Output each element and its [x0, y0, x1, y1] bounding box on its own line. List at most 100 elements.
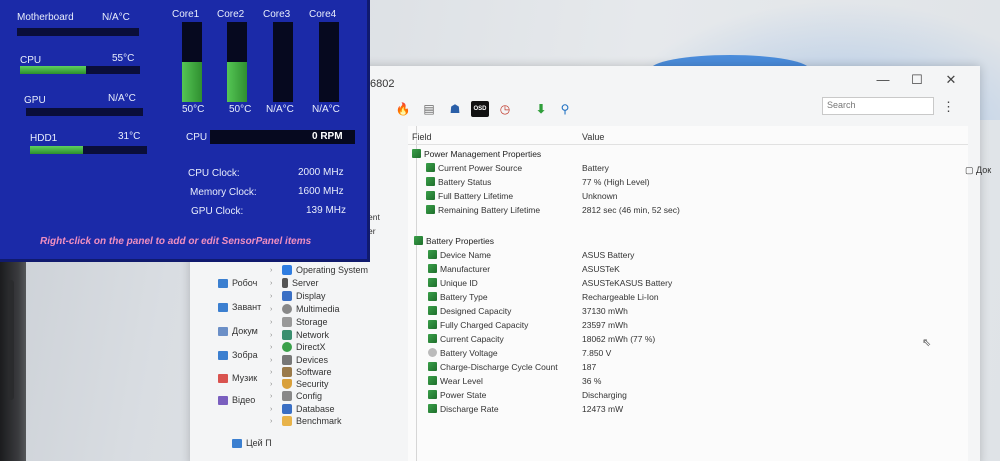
tree-item-network[interactable]: › Network — [270, 330, 329, 340]
video-icon — [218, 395, 228, 405]
table-row[interactable]: Fully Charged Capacity — [428, 320, 528, 330]
clock-value-gpu: 139 MHz — [306, 205, 347, 216]
power-icon — [426, 205, 435, 214]
explorer-item-music[interactable]: Музик — [218, 373, 257, 383]
tree-item-benchmark[interactable]: › Benchmark — [270, 416, 342, 426]
document-icon — [218, 326, 228, 336]
osd-icon[interactable]: OSD — [471, 101, 489, 117]
table-row[interactable]: Battery Status — [426, 177, 491, 187]
sensor-value-gpu: N/A°C — [108, 93, 136, 104]
flame-icon[interactable]: 🔥 — [395, 101, 411, 117]
tree-item-devices[interactable]: › Devices — [270, 355, 328, 365]
explorer-item-documents[interactable]: Докум — [218, 326, 258, 336]
download-icon — [218, 302, 228, 312]
battery-icon — [428, 320, 437, 329]
battery-icon — [414, 236, 423, 245]
table-row[interactable]: Full Battery Lifetime — [426, 191, 513, 201]
core-label-1: Core1 — [172, 9, 200, 20]
printer-icon[interactable]: ▤ — [421, 101, 437, 117]
clock-icon[interactable]: ◷ — [497, 101, 513, 117]
tree-item-server[interactable]: › Server — [270, 278, 319, 288]
minimize-button[interactable]: — — [868, 70, 898, 90]
user-icon[interactable]: ☗ — [447, 101, 463, 117]
explorer-item-pictures[interactable]: Зобра — [218, 350, 258, 360]
directx-icon — [282, 342, 292, 352]
core-bar-1 — [182, 22, 202, 102]
more-options-icon[interactable]: ⋮ — [942, 99, 955, 115]
core-bar-3 — [273, 22, 293, 102]
core-value-1: 50°C — [182, 104, 205, 115]
clock-label-cpu: CPU Clock: — [188, 168, 240, 179]
table-row[interactable]: Current Capacity — [428, 334, 504, 344]
music-icon — [218, 373, 228, 383]
table-row[interactable]: Charge-Discharge Cycle Count — [428, 362, 558, 372]
chevron-right-icon: › — [270, 417, 273, 425]
table-cell-value: 7.850 V — [582, 348, 612, 358]
core-bar-4 — [319, 22, 339, 102]
tree-item-database[interactable]: › Database — [270, 404, 335, 414]
chevron-right-icon: › — [270, 392, 273, 400]
sensor-label-hdd1: HDD1 — [30, 133, 58, 144]
explorer-item-videos[interactable]: Відео — [218, 395, 255, 405]
tree-item-multimedia[interactable]: › Multimedia — [270, 304, 340, 314]
table-row[interactable]: Discharge Rate — [428, 404, 499, 414]
chevron-right-icon: › — [270, 318, 273, 326]
table-row[interactable]: Unique ID — [428, 278, 478, 288]
tree-item-directx[interactable]: › DirectX — [270, 342, 326, 352]
network-icon — [282, 330, 292, 340]
windows-icon — [282, 265, 292, 275]
group-header-battery-properties[interactable]: Battery Properties — [414, 236, 494, 246]
table-cell-value: Discharging — [582, 390, 627, 400]
tree-item-display[interactable]: › Display — [270, 291, 326, 301]
sensor-panel-hint: Right-click on the panel to add or edit … — [40, 236, 312, 247]
table-row[interactable]: Wear Level — [428, 376, 483, 386]
chevron-right-icon: › — [270, 343, 273, 351]
multimedia-icon — [282, 304, 292, 314]
sensor-bar-hdd1 — [30, 146, 147, 154]
table-row[interactable]: Manufacturer — [428, 264, 490, 274]
table-row[interactable]: Designed Capacity — [428, 306, 511, 316]
search-input[interactable]: Search — [822, 97, 934, 115]
table-cell-value: 18062 mWh (77 %) — [582, 334, 656, 344]
display-icon — [282, 291, 292, 301]
sensor-label-cpu: CPU — [20, 55, 42, 66]
table-row[interactable]: Battery Type — [428, 292, 488, 302]
background-window-item[interactable]: ▢ Док — [965, 165, 991, 176]
table-row[interactable]: Current Power Source — [426, 163, 522, 173]
table-cell-value: 37130 mWh — [582, 306, 628, 316]
core-value-3: N/A°C — [266, 104, 294, 115]
download-icon[interactable]: ⬇ — [533, 101, 549, 117]
table-row[interactable]: Remaining Battery Lifetime — [426, 205, 540, 215]
maximize-button[interactable]: ☐ — [902, 70, 932, 90]
chevron-right-icon: › — [270, 356, 273, 364]
tree-item-security[interactable]: › Security — [270, 379, 329, 389]
tree-item-storage[interactable]: › Storage — [270, 317, 328, 327]
sensor-panel[interactable]: Motherboard N/A°C CPU 55°C GPU N/A°C HDD… — [0, 0, 370, 262]
table-cell-value: 23597 mWh — [582, 320, 628, 330]
table-cell-value: ASUS Battery — [582, 250, 635, 260]
table-row[interactable]: Device Name — [428, 250, 491, 260]
table-cell-value: Battery — [582, 163, 609, 173]
explorer-item-this-pc[interactable]: Цей П — [232, 438, 272, 448]
group-header-power-management[interactable]: Power Management Properties — [412, 149, 541, 159]
close-button[interactable]: ✕ — [936, 70, 966, 90]
sensor-bar-cpu — [20, 66, 140, 74]
field-column-header[interactable]: Field — [412, 132, 432, 142]
table-row[interactable]: Power State — [428, 390, 486, 400]
explorer-item-downloads[interactable]: Завант — [218, 302, 261, 312]
explorer-item-desktop[interactable]: Робоч — [218, 278, 257, 288]
tree-item-config[interactable]: › Config — [270, 391, 322, 401]
tree-item-operating-system[interactable]: › Operating System — [270, 265, 368, 275]
table-row[interactable]: Battery Voltage — [428, 348, 498, 358]
tree-item-software[interactable]: › Software — [270, 367, 332, 377]
software-icon — [282, 367, 292, 377]
battery-icon — [428, 390, 437, 399]
devices-icon — [282, 355, 292, 365]
search-icon[interactable]: ⚲ — [557, 101, 573, 117]
battery-icon — [428, 376, 437, 385]
storage-icon — [282, 317, 292, 327]
value-column-header[interactable]: Value — [582, 132, 604, 142]
battery-icon — [428, 334, 437, 343]
config-icon — [282, 391, 292, 401]
battery-icon — [428, 404, 437, 413]
